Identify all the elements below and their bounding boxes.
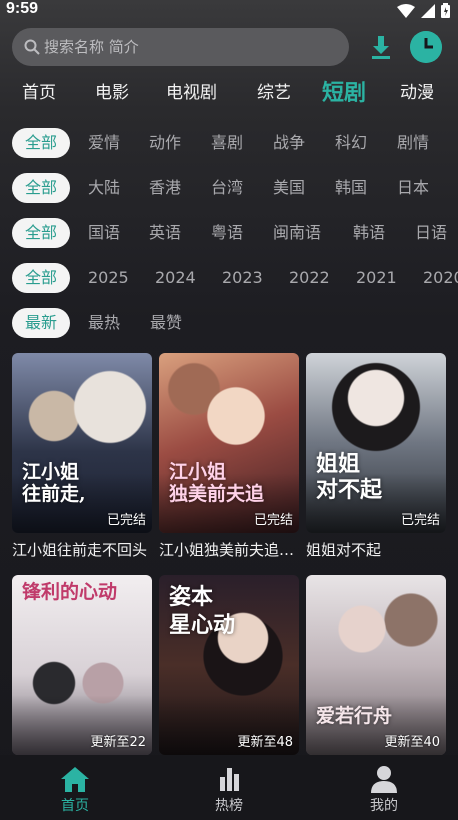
poster-image[interactable]: 江小姐 独美前夫追 已完结 bbox=[159, 353, 299, 533]
poster-title-art: 锋利的心动 bbox=[22, 581, 118, 603]
language-chip[interactable]: 日语 bbox=[415, 218, 447, 248]
genre-chip[interactable]: 喜剧 bbox=[211, 128, 243, 158]
poster-image[interactable]: 锋利的心动 更新至22 bbox=[12, 575, 152, 755]
tab-anime[interactable]: 动漫 bbox=[400, 78, 434, 103]
bottom-nav-label: 首页 bbox=[61, 798, 89, 814]
sort-filter-row: 最新 最热 最赞 bbox=[12, 308, 458, 340]
poster-title-art: 姐姐 对不起 bbox=[316, 451, 383, 503]
bottom-nav-label: 热榜 bbox=[215, 798, 243, 814]
wifi-icon bbox=[397, 3, 415, 18]
tab-tv-series[interactable]: 电视剧 bbox=[166, 78, 217, 103]
year-chip[interactable]: 2025 bbox=[88, 263, 129, 293]
year-chip[interactable]: 2022 bbox=[289, 263, 330, 293]
poster-title-art: 姿本 星心动 bbox=[169, 584, 236, 638]
language-chip[interactable]: 粤语 bbox=[211, 218, 243, 248]
bottom-nav-home[interactable]: 首页 bbox=[35, 765, 115, 815]
bottom-nav-me[interactable]: 我的 bbox=[344, 765, 424, 815]
region-filter-row: 全部 大陆 香港 台湾 美国 韩国 日本 bbox=[12, 173, 458, 205]
search-icon bbox=[24, 39, 40, 55]
download-icon[interactable] bbox=[367, 33, 395, 61]
tab-short-drama[interactable]: 短剧 bbox=[322, 75, 366, 107]
drama-card[interactable]: 姐姐 对不起 已完结 姐姐对不起 bbox=[306, 353, 446, 561]
search-bar[interactable] bbox=[12, 28, 349, 66]
drama-card[interactable]: 锋利的心动 更新至22 bbox=[12, 575, 152, 755]
search-input[interactable] bbox=[44, 38, 324, 56]
bottom-nav: 首页 热榜 我的 bbox=[0, 755, 458, 820]
region-chip[interactable]: 日本 bbox=[397, 173, 429, 203]
region-chip[interactable]: 大陆 bbox=[88, 173, 120, 203]
region-chip[interactable]: 香港 bbox=[149, 173, 181, 203]
card-title[interactable]: 姐姐对不起 bbox=[306, 539, 446, 561]
poster-image[interactable]: 爱若行舟 更新至40 bbox=[306, 575, 446, 755]
language-filter-row: 全部 国语 英语 粤语 闽南语 韩语 日语 bbox=[12, 218, 458, 250]
genre-chip[interactable]: 爱情 bbox=[88, 128, 120, 158]
language-chip[interactable]: 英语 bbox=[149, 218, 181, 248]
genre-chip[interactable]: 科幻 bbox=[335, 128, 367, 158]
signal-icon bbox=[421, 3, 435, 18]
genre-chip[interactable]: 动作 bbox=[149, 128, 181, 158]
sort-chip-latest[interactable]: 最新 bbox=[12, 308, 71, 338]
status-badge: 更新至22 bbox=[90, 735, 146, 750]
genre-chip-all[interactable]: 全部 bbox=[12, 128, 71, 158]
status-badge: 已完结 bbox=[106, 513, 146, 528]
tab-variety[interactable]: 综艺 bbox=[257, 78, 291, 103]
year-chip[interactable]: 2021 bbox=[356, 263, 397, 293]
year-chip[interactable]: 2023 bbox=[222, 263, 263, 293]
status-bar: 9:59 bbox=[0, 0, 458, 22]
status-badge: 已完结 bbox=[253, 513, 293, 528]
year-chip-all[interactable]: 全部 bbox=[12, 263, 71, 293]
genre-filter-row: 全部 爱情 动作 喜剧 战争 科幻 剧情 bbox=[12, 128, 458, 160]
drama-card[interactable]: 江小姐 往前走, 已完结 江小姐往前走不回头 bbox=[12, 353, 152, 561]
region-chip[interactable]: 台湾 bbox=[211, 173, 243, 203]
drama-card[interactable]: 姿本 星心动 更新至48 bbox=[159, 575, 299, 755]
language-chip[interactable]: 国语 bbox=[88, 218, 120, 248]
poster-image[interactable]: 姐姐 对不起 已完结 bbox=[306, 353, 446, 533]
battery-icon bbox=[441, 3, 450, 18]
search-row bbox=[12, 28, 448, 66]
language-chip[interactable]: 闽南语 bbox=[273, 218, 321, 248]
poster-image[interactable]: 江小姐 往前走, 已完结 bbox=[12, 353, 152, 533]
status-time: 9:59 bbox=[6, 0, 39, 17]
bottom-nav-label: 我的 bbox=[370, 798, 398, 814]
drama-card[interactable]: 爱若行舟 更新至40 bbox=[306, 575, 446, 755]
year-filter-row: 全部 2025 2024 2023 2022 2021 2020 bbox=[12, 263, 458, 295]
genre-chip[interactable]: 战争 bbox=[273, 128, 305, 158]
bottom-nav-hot[interactable]: 热榜 bbox=[189, 765, 269, 815]
category-tabs: 首页 电影 电视剧 综艺 短剧 动漫 bbox=[0, 78, 458, 110]
chart-icon bbox=[220, 768, 239, 791]
drama-card[interactable]: 江小姐 独美前夫追 已完结 江小姐独美前夫追悔莫及 bbox=[159, 353, 299, 561]
tab-movies[interactable]: 电影 bbox=[95, 78, 129, 103]
region-chip-all[interactable]: 全部 bbox=[12, 173, 71, 203]
poster-title-art: 爱若行舟 bbox=[316, 705, 393, 727]
card-title[interactable]: 江小姐往前走不回头 bbox=[12, 539, 152, 561]
region-chip[interactable]: 韩国 bbox=[335, 173, 367, 203]
card-title[interactable]: 江小姐独美前夫追悔莫及 bbox=[159, 539, 299, 561]
language-chip-all[interactable]: 全部 bbox=[12, 218, 71, 248]
year-chip[interactable]: 2024 bbox=[155, 263, 196, 293]
sort-chip-hottest[interactable]: 最热 bbox=[88, 308, 120, 338]
poster-image[interactable]: 姿本 星心动 更新至48 bbox=[159, 575, 299, 755]
history-icon[interactable] bbox=[410, 31, 442, 63]
tab-home[interactable]: 首页 bbox=[22, 78, 56, 103]
language-chip[interactable]: 韩语 bbox=[353, 218, 385, 248]
sort-chip-top-rated[interactable]: 最赞 bbox=[150, 308, 182, 338]
region-chip[interactable]: 美国 bbox=[273, 173, 305, 203]
year-chip[interactable]: 2020 bbox=[423, 263, 458, 293]
status-badge: 已完结 bbox=[400, 513, 440, 528]
status-badge: 更新至40 bbox=[384, 735, 440, 750]
poster-title-art: 江小姐 独美前夫追 bbox=[169, 461, 265, 505]
status-badge: 更新至48 bbox=[237, 735, 293, 750]
poster-title-art: 江小姐 往前走, bbox=[22, 461, 86, 505]
user-icon bbox=[371, 766, 397, 793]
home-icon bbox=[61, 767, 89, 792]
status-icons bbox=[397, 3, 450, 18]
genre-chip[interactable]: 剧情 bbox=[397, 128, 429, 158]
